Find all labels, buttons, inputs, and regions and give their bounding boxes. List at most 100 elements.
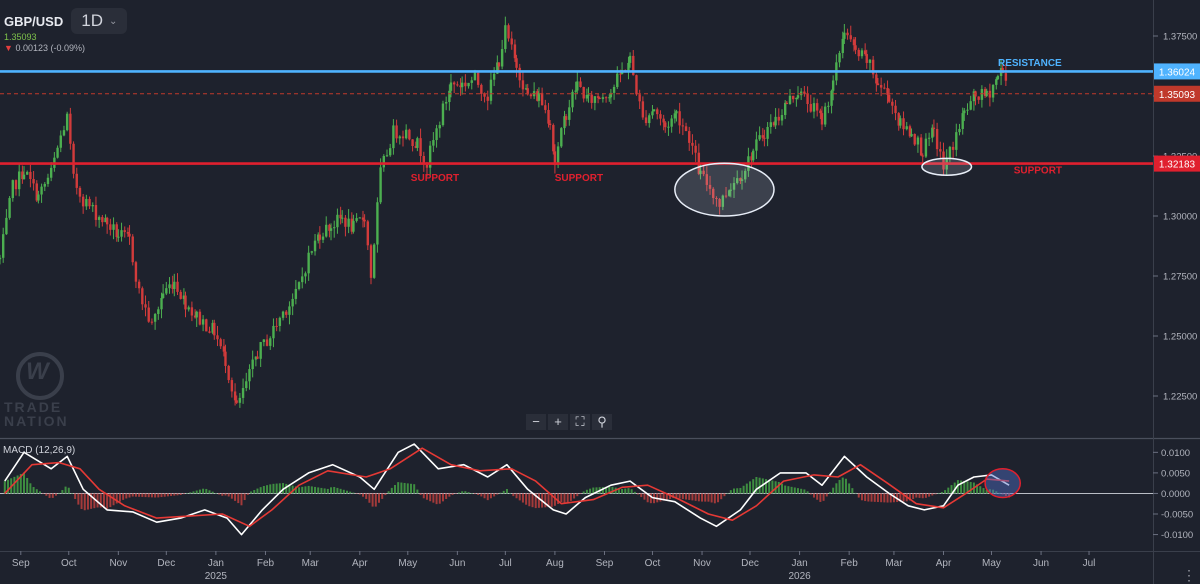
- macd-indicator-label[interactable]: MACD (12,26,9): [3, 445, 75, 456]
- candle-body: [401, 136, 405, 139]
- candle-body: [883, 87, 886, 89]
- time-tick-label: Oct: [645, 558, 661, 569]
- price-label-text: 1.36024: [1159, 67, 1196, 78]
- candle-body: [94, 205, 98, 220]
- reset-zoom-button[interactable]: ⚲: [592, 414, 612, 430]
- candle-body: [325, 224, 328, 237]
- candle-body: [358, 217, 362, 219]
- macd-histogram-bar: [214, 493, 217, 494]
- macd-histogram-bar: [697, 493, 700, 502]
- candle-body: [796, 95, 800, 98]
- candle-body: [91, 205, 94, 207]
- logo-text-line2: NATION: [4, 413, 69, 429]
- price-change: ▼ 0.00123 (-0.09%): [4, 43, 85, 53]
- candle-body: [198, 311, 202, 325]
- candle-body: [587, 94, 590, 96]
- macd-histogram-bar: [934, 493, 937, 495]
- macd-histogram-bar: [915, 493, 918, 498]
- macd-histogram-bar: [48, 493, 51, 498]
- timeframe-selector[interactable]: 1D ⌄: [71, 8, 128, 34]
- candle-body: [670, 118, 673, 127]
- candle-body: [352, 220, 355, 232]
- macd-histogram-bar: [921, 493, 924, 499]
- candle-body: [269, 338, 272, 346]
- candle-body: [939, 149, 942, 152]
- macd-histogram-bar: [528, 493, 531, 507]
- candle-body: [123, 230, 126, 232]
- macd-histogram-bar: [218, 493, 221, 495]
- macd-histogram-bar: [77, 493, 80, 505]
- macd-histogram-bar: [707, 493, 710, 502]
- time-tick-label: Dec: [741, 558, 759, 569]
- macd-histogram-bar: [736, 488, 739, 494]
- macd-histogram-bar: [857, 493, 860, 498]
- macd-histogram-bar: [576, 493, 579, 497]
- candle-body: [763, 137, 766, 139]
- candle-body: [568, 107, 571, 120]
- macd-histogram-bar: [637, 493, 640, 495]
- macd-histogram-bar: [141, 493, 144, 497]
- macd-histogram-bar: [486, 493, 489, 501]
- fit-screen-button[interactable]: ⛶: [570, 414, 590, 430]
- macd-histogram-bar: [298, 487, 301, 494]
- candle-body: [831, 80, 835, 91]
- macd-histogram-bar: [211, 491, 214, 494]
- macd-histogram-bar: [454, 493, 457, 494]
- trade-nation-logo: W TRADE NATION: [4, 352, 70, 428]
- candle-body: [97, 217, 101, 220]
- macd-histogram-bar: [509, 493, 512, 494]
- candle-body: [823, 106, 827, 125]
- fit-screen-icon: ⛶: [575, 414, 585, 429]
- down-arrow-icon: ▼: [4, 43, 13, 53]
- last-price: 1.35093: [4, 32, 37, 42]
- macd-histogram-bar: [742, 485, 745, 494]
- macd-histogram-bar: [643, 493, 646, 500]
- macd-histogram-bar: [739, 487, 742, 494]
- candle-body: [518, 67, 521, 81]
- candle-body: [275, 325, 278, 327]
- macd-histogram-bar: [35, 489, 38, 494]
- candle-body: [667, 126, 670, 128]
- candle-body: [662, 118, 665, 123]
- chart-canvas[interactable]: 1.225001.250001.275001.300001.325001.350…: [0, 0, 1200, 584]
- candle-body: [795, 97, 798, 100]
- macd-histogram-bar: [912, 493, 915, 500]
- zoom-out-button[interactable]: −: [526, 414, 546, 430]
- macd-histogram-bar: [521, 493, 524, 503]
- macd-histogram-bar: [864, 493, 867, 502]
- candle-body: [456, 84, 459, 86]
- candle-body: [460, 82, 464, 88]
- macd-histogram-bar: [880, 493, 883, 503]
- candle-body: [25, 171, 29, 175]
- candle-body: [449, 82, 453, 91]
- macd-histogram-bar: [816, 493, 819, 500]
- candle-body: [190, 307, 194, 316]
- candle-body: [32, 179, 35, 184]
- zoom-in-button[interactable]: +: [548, 414, 568, 430]
- candle-body: [109, 224, 112, 230]
- more-vertical-icon[interactable]: ⋮: [1182, 568, 1196, 582]
- macd-tick-label: -0.0100: [1161, 530, 1193, 541]
- macd-histogram-bar: [499, 492, 502, 494]
- candle-body: [201, 319, 205, 325]
- candle-body: [515, 58, 518, 68]
- candle-body: [294, 288, 298, 299]
- macd-histogram-bar: [234, 493, 237, 501]
- candle-body: [582, 87, 585, 99]
- candle-body: [187, 307, 190, 310]
- macd-histogram-bar: [860, 493, 863, 501]
- macd-histogram-bar: [876, 493, 879, 503]
- macd-histogram-bar: [844, 478, 847, 494]
- chart-window: 1.225001.250001.275001.300001.325001.350…: [0, 0, 1200, 584]
- macd-histogram-bar: [301, 486, 304, 494]
- candle-body: [857, 49, 860, 57]
- candle-body: [809, 104, 812, 112]
- macd-histogram-bar: [489, 493, 492, 499]
- macd-histogram-bar: [627, 488, 630, 494]
- candle-body: [596, 96, 600, 98]
- macd-histogram-bar: [205, 488, 208, 494]
- time-tick-label: Dec: [157, 558, 175, 569]
- macd-histogram-bar: [809, 493, 812, 495]
- macd-histogram-bar: [26, 477, 29, 494]
- candle-body: [1, 234, 5, 258]
